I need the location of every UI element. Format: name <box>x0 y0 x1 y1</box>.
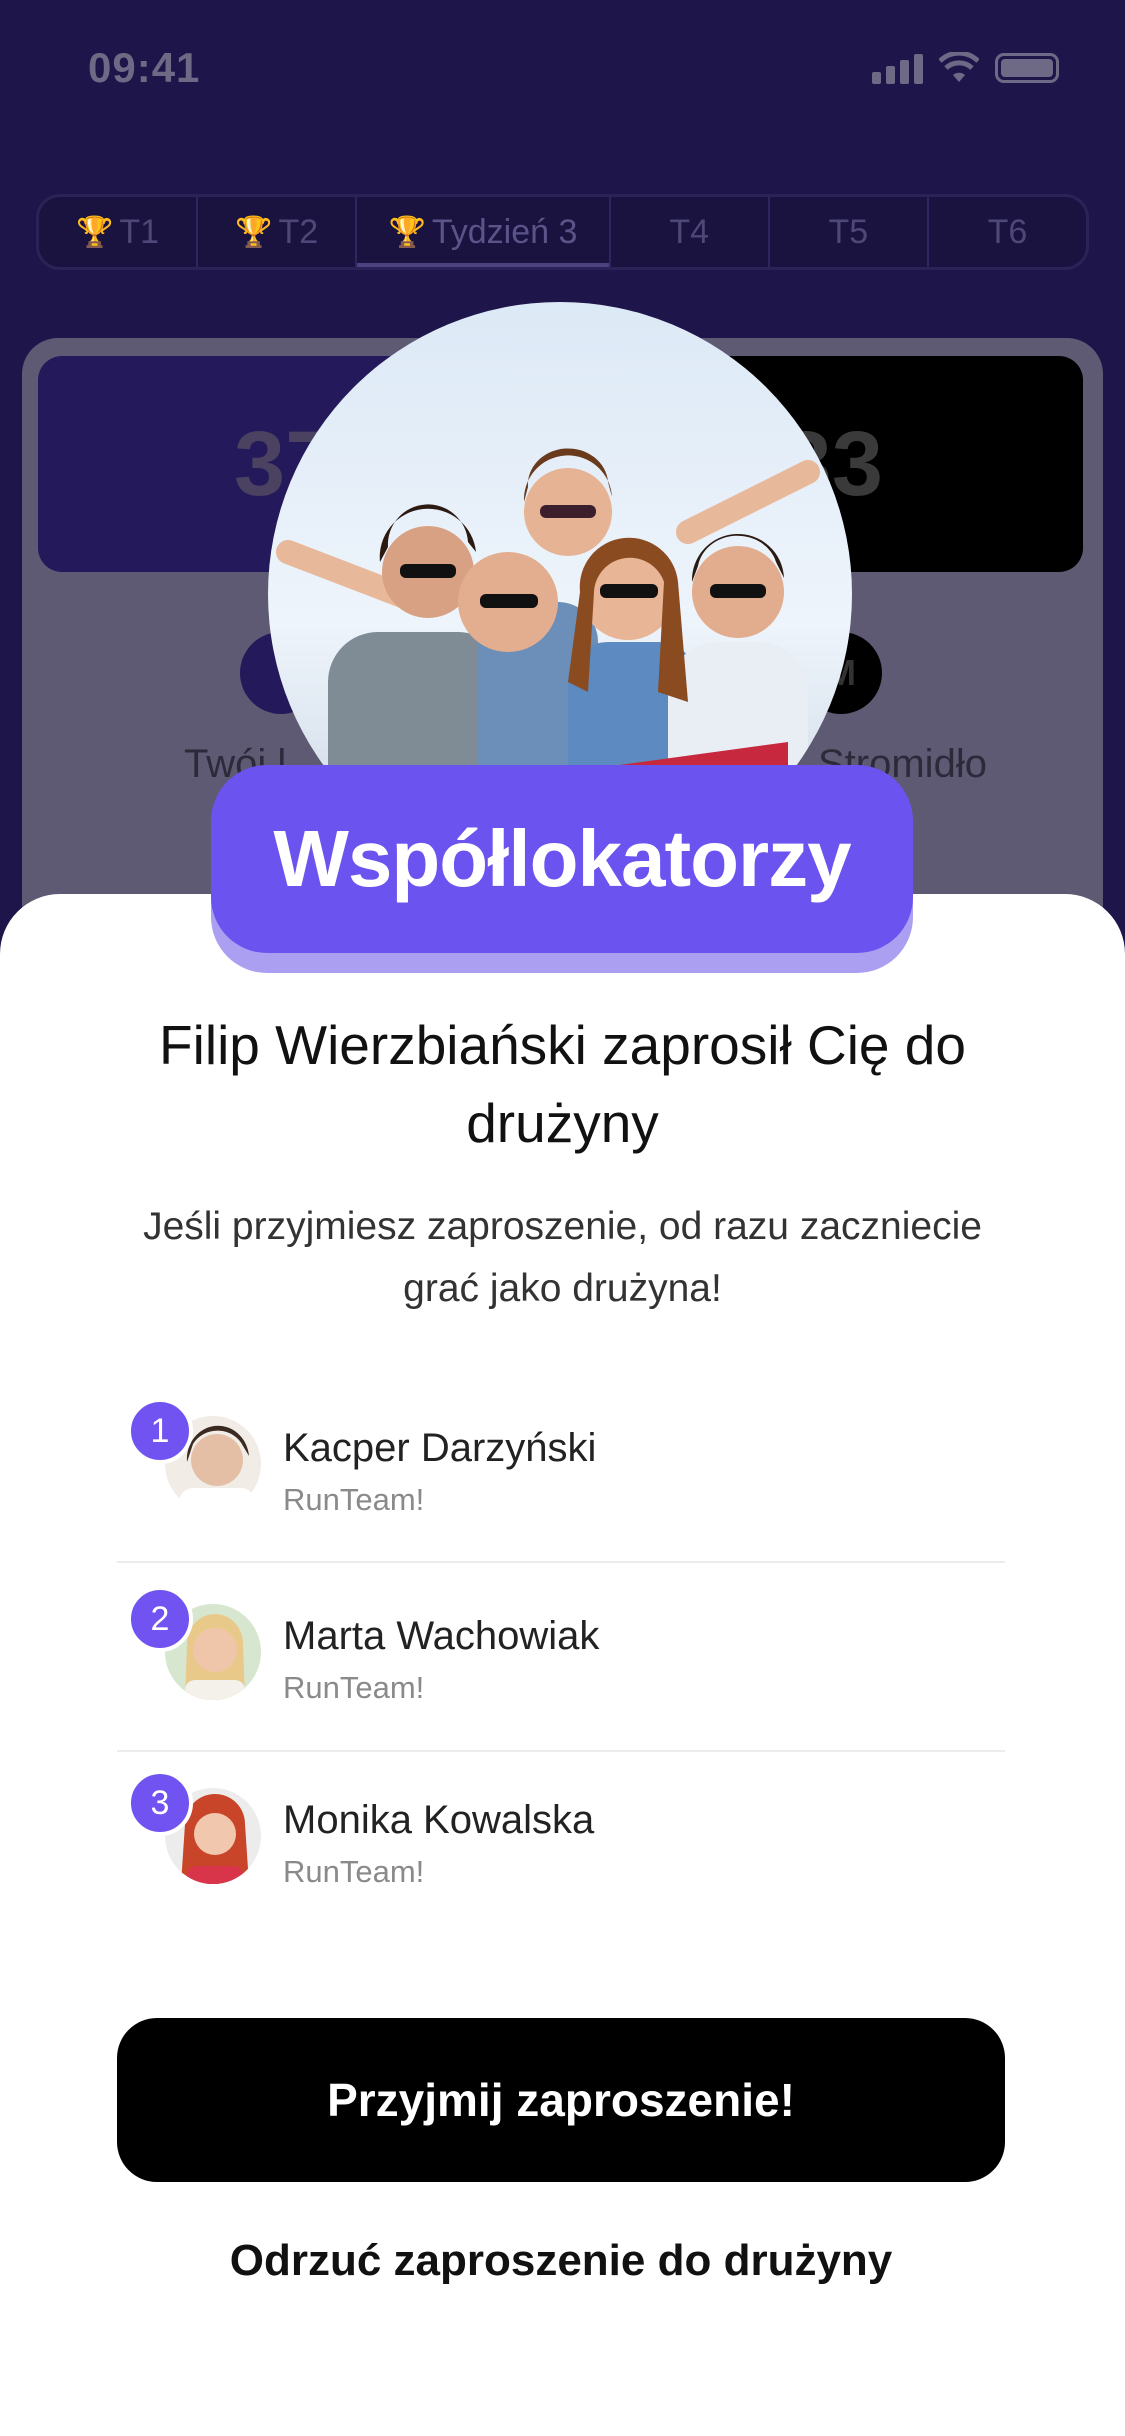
signal-icon <box>872 52 923 84</box>
invite-title: Filip Wierzbiański zaprosił Cię do druży… <box>159 1014 966 1154</box>
team-name-banner: Współlokatorzy <box>211 765 913 953</box>
battery-icon <box>995 53 1059 83</box>
tab-week-6[interactable]: T6 <box>929 197 1086 267</box>
rank-badge: 3 <box>127 1770 193 1836</box>
wifi-icon <box>939 52 979 82</box>
trophy-icon: 🏆 <box>76 215 114 249</box>
reject-invite-link[interactable]: Odrzuć zaproszenie do drużyny <box>117 2236 1005 2286</box>
rank-badge: 1 <box>127 1398 193 1464</box>
list-item-member: 2 Marta Wachowiak RunTeam! <box>117 1566 1005 1754</box>
tab-week-5[interactable]: T5 <box>770 197 929 267</box>
list-item-member: 1 Kacper Darzyński RunTeam! <box>117 1378 1005 1566</box>
status-icons <box>872 52 1059 84</box>
status-time: 09:41 <box>88 44 201 91</box>
list-item-member: 3 Monika Kowalska RunTeam! <box>117 1750 1005 1938</box>
member-team: RunTeam! <box>283 1670 425 1705</box>
trophy-icon: 🏆 <box>235 215 273 249</box>
accept-invite-button[interactable]: Przyjmij zaproszenie! <box>117 2018 1005 2182</box>
trophy-icon: 🏆 <box>388 215 426 249</box>
member-name: Marta Wachowiak <box>283 1614 600 1658</box>
tab-week-3[interactable]: 🏆 Tydzień 3 <box>357 197 611 267</box>
tab-week-1[interactable]: 🏆 T1 <box>39 197 199 267</box>
member-team: RunTeam! <box>283 1854 425 1889</box>
tab-week-4[interactable]: T4 <box>611 197 770 267</box>
member-name: Monika Kowalska <box>283 1798 595 1842</box>
member-name: Kacper Darzyński <box>283 1426 597 1470</box>
rank-badge: 2 <box>127 1586 193 1652</box>
member-team: RunTeam! <box>283 1482 425 1517</box>
invite-subtitle: Jeśli przyjmiesz zaproszenie, od razu za… <box>143 1205 982 1310</box>
tab-week-2[interactable]: 🏆 T2 <box>198 197 358 267</box>
divider <box>117 1561 1005 1563</box>
week-tabs: 🏆 T1 🏆 T2 🏆 Tydzień 3 T4 T5 T6 <box>36 194 1089 270</box>
